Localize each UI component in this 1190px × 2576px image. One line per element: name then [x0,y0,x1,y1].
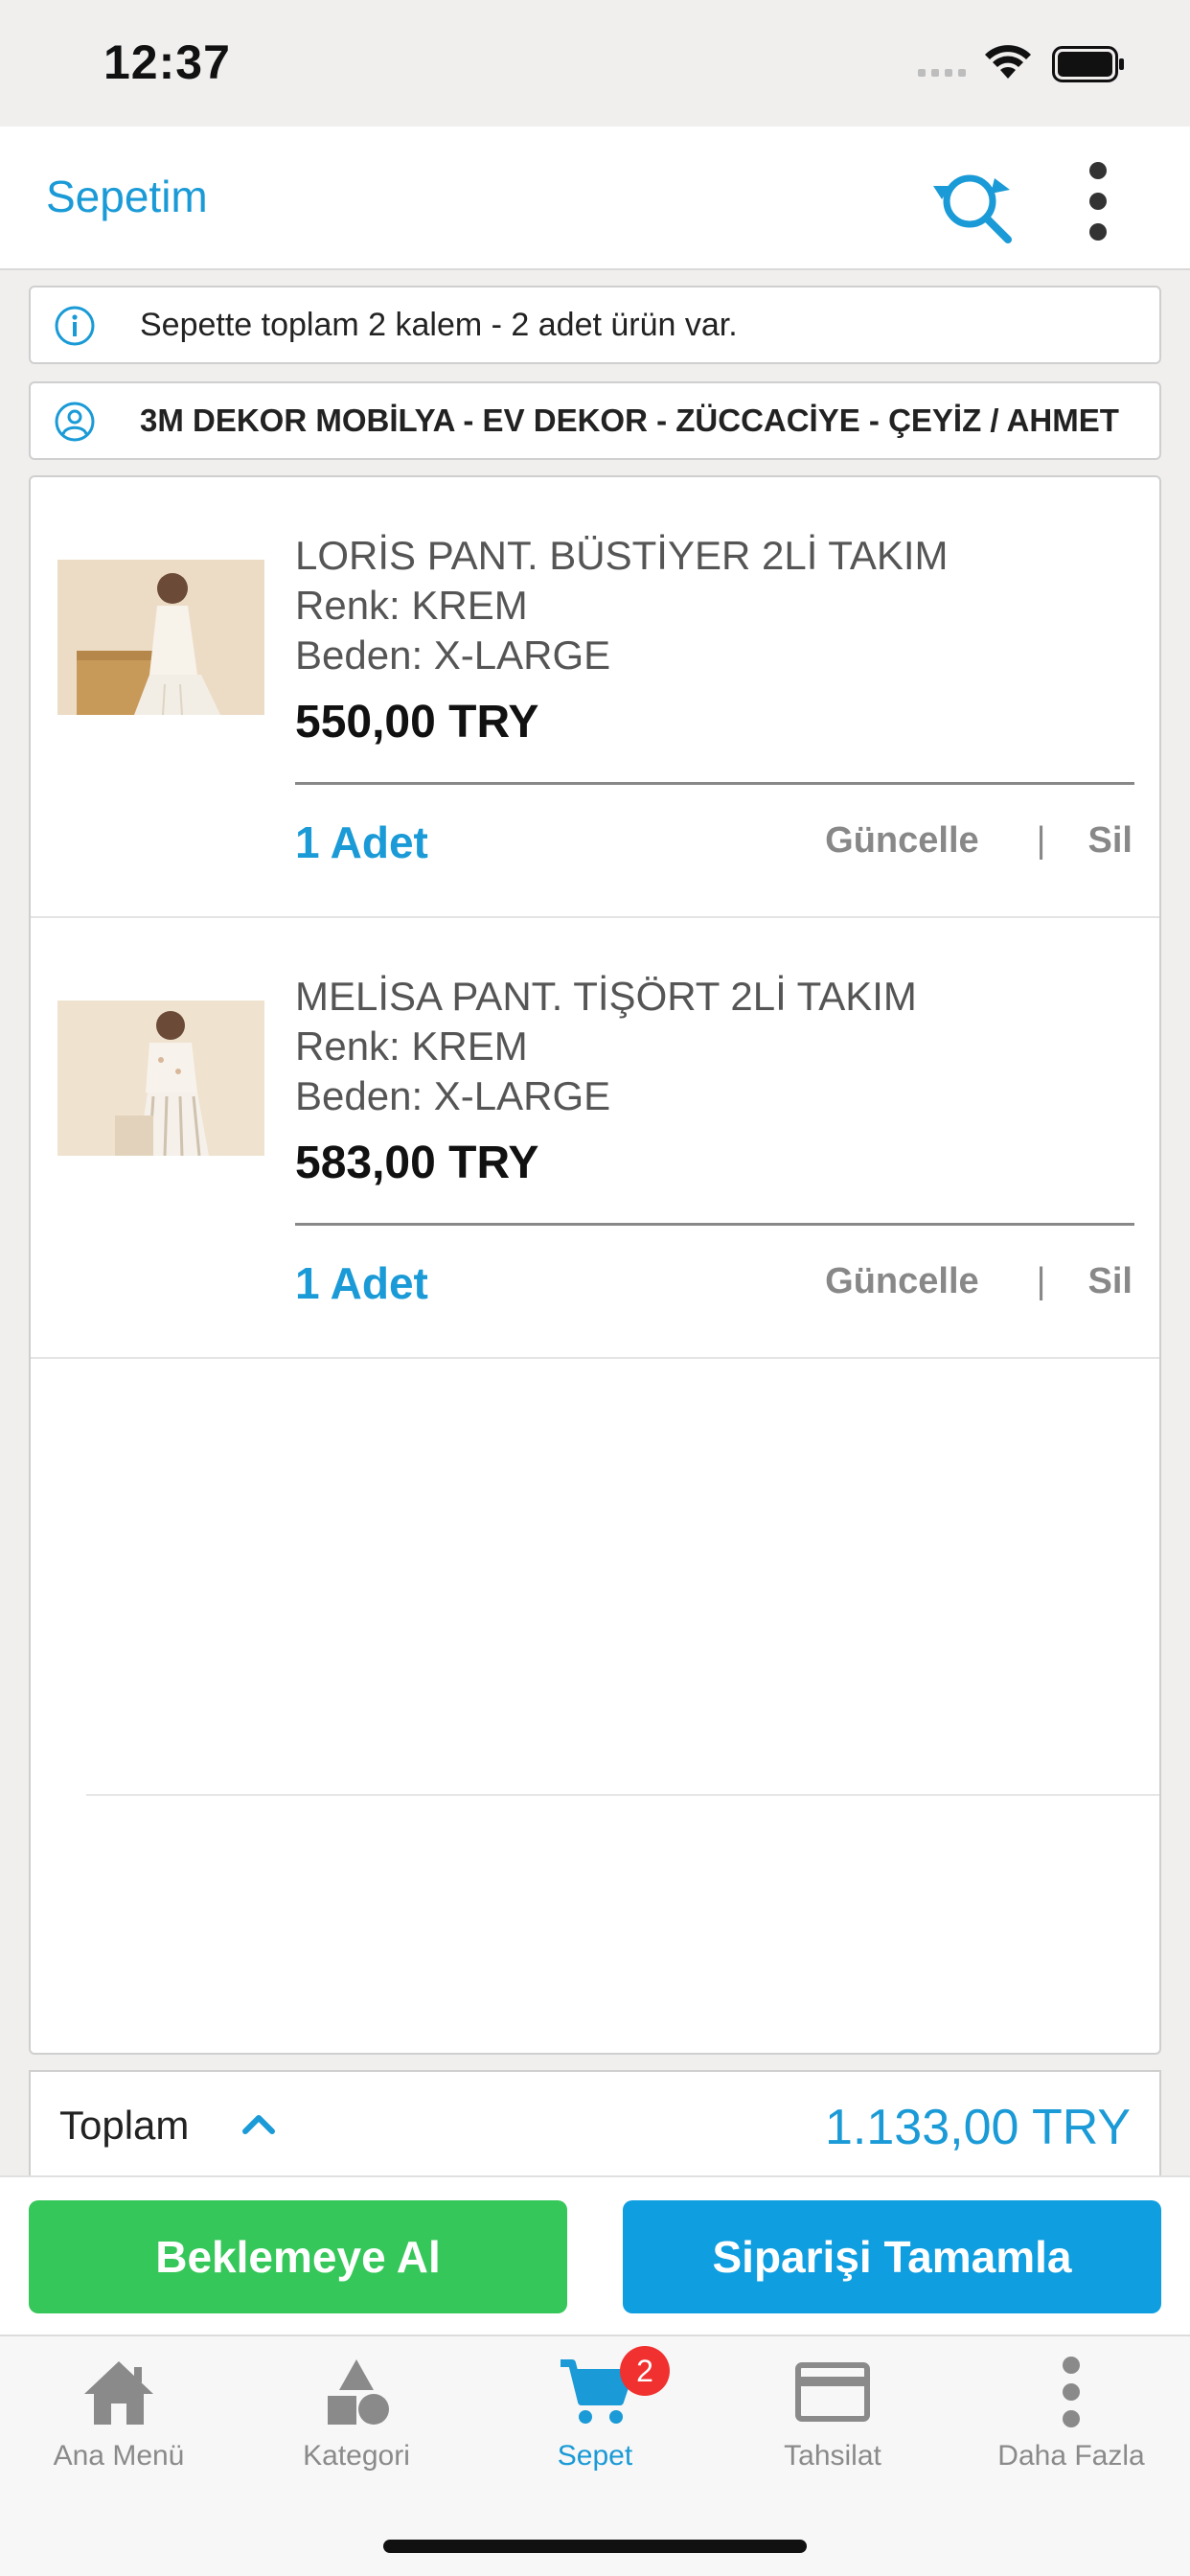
tab-more[interactable]: Daha Fazla [952,2336,1190,2509]
product-image[interactable] [57,560,264,715]
product-size: Beden: X-LARGE [295,1073,611,1118]
delete-button[interactable]: Sil [1088,1261,1133,1302]
tab-label: Kategori [303,2440,410,2472]
item-actions: Güncelle | Sil [825,820,1133,862]
complete-order-button[interactable]: Siparişi Tamamla [623,2200,1161,2313]
divider [295,782,1134,785]
product-name: MELİSA PANT. TİŞÖRT 2Lİ TAKIM [295,974,917,1019]
tab-category[interactable]: Kategori [238,2336,475,2509]
cart-summary-box: Sepette toplam 2 kalem - 2 adet ürün var… [29,286,1161,364]
more-vertical-icon [1063,2357,1080,2427]
divider [295,1223,1134,1226]
hold-order-button[interactable]: Beklemeye Al [29,2200,567,2313]
home-icon [84,2361,153,2425]
cart-list: LORİS PANT. BÜSTİYER 2Lİ TAKIM Renk: KRE… [29,475,1161,2055]
status-bar: 12:37 [0,0,1190,126]
product-price: 550,00 TRY [295,697,539,748]
item-actions: Güncelle | Sil [825,1261,1133,1302]
status-time: 12:37 [103,35,231,89]
product-color: Renk: KREM [295,583,528,628]
tab-cart[interactable]: 2 Sepet [476,2336,714,2509]
tab-label: Ana Menü [53,2440,185,2472]
action-separator: | [1036,1261,1046,1301]
nav-bar: Sepetim [0,126,1190,270]
update-button[interactable]: Güncelle [825,1261,979,1302]
tab-payment[interactable]: Tahsilat [714,2336,951,2509]
refresh-search-icon[interactable] [927,157,1016,245]
page-title: Sepetim [46,172,208,221]
cart-summary-text: Sepette toplam 2 kalem - 2 adet ürün var… [140,307,738,343]
cart-item: LORİS PANT. BÜSTİYER 2Lİ TAKIM Renk: KRE… [31,477,1159,918]
info-icon [55,306,95,346]
quantity-value[interactable]: 1 Adet [295,1257,428,1309]
cart-item: MELİSA PANT. TİŞÖRT 2Lİ TAKIM Renk: KREM… [31,918,1159,1359]
product-color: Renk: KREM [295,1024,528,1069]
cart-badge: 2 [620,2346,670,2396]
wifi-icon [985,45,1031,79]
product-size: Beden: X-LARGE [295,632,611,678]
tab-home[interactable]: Ana Menü [0,2336,238,2509]
tab-label: Sepet [557,2440,633,2472]
customer-name: 3M DEKOR MOBİLYA - EV DEKOR - ZÜCCACİYE … [140,402,1119,438]
total-value: 1.133,00 TRY [825,2100,1131,2155]
chevron-up-icon[interactable] [240,2108,278,2137]
action-separator: | [1036,820,1046,861]
product-price: 583,00 TRY [295,1138,539,1188]
total-row[interactable]: Toplam 1.133,00 TRY [29,2070,1161,2175]
user-icon [55,402,95,442]
delete-button[interactable]: Sil [1088,820,1133,862]
customer-box[interactable]: 3M DEKOR MOBİLYA - EV DEKOR - ZÜCCACİYE … [29,381,1161,460]
home-indicator [383,2540,807,2553]
credit-card-icon [795,2362,870,2422]
list-separator [86,1794,1159,1796]
product-info: MELİSA PANT. TİŞÖRT 2Lİ TAKIM Renk: KREM… [295,972,1134,1192]
total-label: Toplam [59,2103,190,2148]
action-bar: Beklemeye Al Siparişi Tamamla [0,2175,1190,2334]
product-info: LORİS PANT. BÜSTİYER 2Lİ TAKIM Renk: KRE… [295,531,1134,751]
cellular-signal-icon [918,69,966,77]
more-vertical-icon[interactable] [1075,157,1121,245]
product-name: LORİS PANT. BÜSTİYER 2Lİ TAKIM [295,533,949,578]
quantity-value[interactable]: 1 Adet [295,816,428,868]
tab-label: Daha Fazla [997,2440,1145,2472]
product-image[interactable] [57,1000,264,1156]
update-button[interactable]: Güncelle [825,820,979,862]
tab-label: Tahsilat [784,2440,881,2472]
shapes-icon [328,2359,389,2425]
battery-icon [1052,46,1124,82]
